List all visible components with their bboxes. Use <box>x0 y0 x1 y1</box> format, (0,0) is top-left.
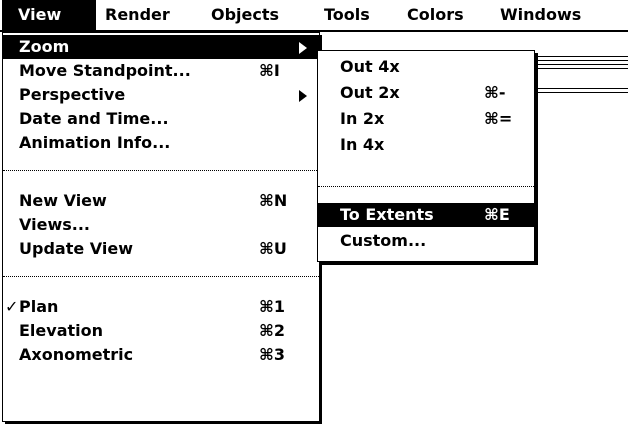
menu-item-label: Move Standpoint... <box>19 61 191 80</box>
menu-item-label: To Extents <box>340 205 434 224</box>
menu-item-label: Animation Info... <box>19 133 171 152</box>
shortcut-label: ⌘U <box>259 239 287 258</box>
menu-item-to-extents[interactable]: To Extents ⌘E <box>318 203 534 227</box>
checkmark-icon: ✓ <box>5 297 19 316</box>
menu-item-date-and-time[interactable]: Date and Time... <box>3 107 319 131</box>
menu-item-label: New View <box>19 191 107 210</box>
shortcut-label: ⌘3 <box>259 345 285 364</box>
menu-title-objects-label: Objects <box>211 5 280 24</box>
menu-separator <box>3 276 319 277</box>
menu-title-windows-label: Windows <box>500 5 582 24</box>
menu-separator <box>3 170 319 171</box>
menu-item-elevation[interactable]: Elevation ⌘2 <box>3 319 319 343</box>
menu-title-render[interactable]: Render <box>105 0 170 30</box>
zoom-submenu: Out 4x Out 2x ⌘- In 2x ⌘= In 4x To Exten… <box>317 50 538 265</box>
menu-item-label: Elevation <box>19 321 104 340</box>
shortcut-label: ⌘- <box>484 83 506 102</box>
menu-title-view[interactable]: View <box>2 0 96 30</box>
view-menu: Zoom Move Standpoint... ⌘I Perspective D… <box>2 32 322 424</box>
menu-item-in-2x[interactable]: In 2x ⌘= <box>318 107 534 131</box>
menu-shadow <box>320 262 538 265</box>
menu-title-windows[interactable]: Windows <box>500 0 581 30</box>
menu-item-label: Custom... <box>340 231 427 250</box>
menu-item-out-4x[interactable]: Out 4x <box>318 55 534 79</box>
shortcut-label: ⌘1 <box>259 297 285 316</box>
menu-item-label: Out 4x <box>340 57 400 76</box>
menu-title-render-label: Render <box>105 5 170 24</box>
menu-item-zoom[interactable]: Zoom <box>3 35 319 59</box>
menu-item-label: Perspective <box>19 85 126 104</box>
menu-title-view-label: View <box>18 5 62 24</box>
menu-title-tools[interactable]: Tools <box>324 0 370 30</box>
menu-item-label: Zoom <box>19 37 70 56</box>
menu-item-update-view[interactable]: Update View ⌘U <box>3 237 319 261</box>
menu-item-label: Plan <box>19 297 59 316</box>
shortcut-label: ⌘E <box>484 205 510 224</box>
menu-item-new-view[interactable]: New View ⌘N <box>3 189 319 213</box>
menu-title-tools-label: Tools <box>324 5 370 24</box>
submenu-arrow-icon <box>299 42 307 54</box>
menu-item-views[interactable]: Views... <box>3 213 319 237</box>
menu-item-out-2x[interactable]: Out 2x ⌘- <box>318 81 534 105</box>
shortcut-label: ⌘= <box>484 109 513 128</box>
menu-item-perspective[interactable]: Perspective <box>3 83 319 107</box>
menu-item-label: Update View <box>19 239 133 258</box>
menu-title-colors[interactable]: Colors <box>407 0 464 30</box>
submenu-arrow-icon <box>299 90 307 102</box>
menu-item-custom[interactable]: Custom... <box>318 229 534 253</box>
menu-item-plan[interactable]: ✓ Plan ⌘1 <box>3 295 319 319</box>
menu-item-label: Views... <box>19 215 90 234</box>
menu-item-move-standpoint[interactable]: Move Standpoint... ⌘I <box>3 59 319 83</box>
menu-title-colors-label: Colors <box>407 5 464 24</box>
menu-shadow <box>535 53 538 265</box>
menu-bar: View Render Objects Tools Colors Windows <box>0 0 628 32</box>
shortcut-label: ⌘I <box>259 61 280 80</box>
menu-item-animation-info[interactable]: Animation Info... <box>3 131 319 155</box>
menu-item-axonometric[interactable]: Axonometric ⌘3 <box>3 343 319 367</box>
menu-item-label: Date and Time... <box>19 109 169 128</box>
menu-item-in-4x[interactable]: In 4x <box>318 133 534 157</box>
menu-separator <box>318 186 534 187</box>
menu-title-objects[interactable]: Objects <box>211 0 279 30</box>
shortcut-label: ⌘2 <box>259 321 285 340</box>
menu-item-label: Axonometric <box>19 345 134 364</box>
menu-item-label: Out 2x <box>340 83 400 102</box>
menu-item-label: In 2x <box>340 109 385 128</box>
shortcut-label: ⌘N <box>259 191 288 210</box>
menu-item-label: In 4x <box>340 135 385 154</box>
